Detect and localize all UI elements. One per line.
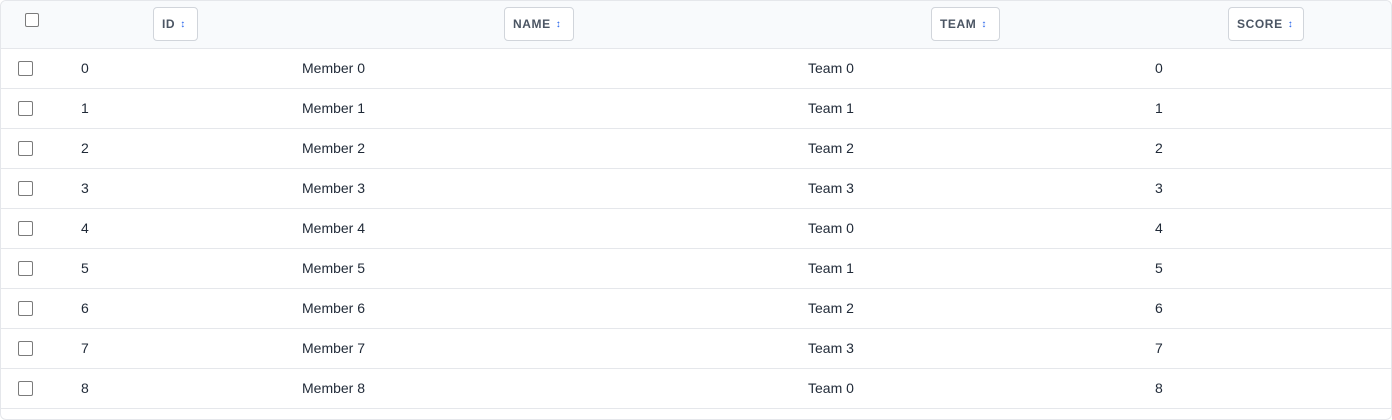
sort-updown-icon: ↕ — [180, 18, 186, 30]
table-row: 7 Member 7 Team 3 7 — [1, 329, 1391, 369]
cell-name: Member 2 — [302, 140, 366, 156]
cell-team: Team 3 — [808, 180, 854, 196]
cell-name: Member 4 — [302, 220, 366, 236]
cell-score: 6 — [1155, 300, 1163, 316]
cell-id: 3 — [81, 180, 89, 196]
table-row: 3 Member 3 Team 3 3 — [1, 169, 1391, 209]
cell-team: Team 1 — [808, 260, 854, 276]
cell-score: 7 — [1155, 340, 1163, 356]
column-header-label: TEAM — [940, 17, 977, 31]
row-checkbox[interactable] — [18, 61, 33, 76]
sort-updown-icon: ↕ — [555, 18, 561, 30]
sort-button-score[interactable]: SCORE ↕ — [1228, 7, 1304, 41]
table-row: 5 Member 5 Team 1 5 — [1, 249, 1391, 289]
column-header-label: SCORE — [1237, 17, 1283, 31]
sort-button-name[interactable]: NAME ↕ — [504, 7, 574, 41]
cell-score: 8 — [1155, 380, 1163, 396]
row-checkbox[interactable] — [18, 341, 33, 356]
row-checkbox[interactable] — [18, 141, 33, 156]
cell-id: 4 — [81, 220, 89, 236]
cell-team: Team 3 — [808, 340, 854, 356]
cell-name: Member 5 — [302, 260, 366, 276]
cell-team: Team 1 — [808, 100, 854, 116]
data-table: ID ↕ NAME ↕ TEAM ↕ SCORE ↕ 0 Member 0 Te… — [0, 0, 1392, 420]
cell-score: 0 — [1155, 60, 1163, 76]
column-header-label: ID — [162, 17, 176, 31]
cell-name: Member 0 — [302, 60, 366, 76]
cell-name: Member 7 — [302, 340, 366, 356]
cell-id: 8 — [81, 380, 89, 396]
table-header: ID ↕ NAME ↕ TEAM ↕ SCORE ↕ — [1, 1, 1391, 49]
cell-team: Team 0 — [808, 380, 854, 396]
sort-updown-icon: ↕ — [1287, 18, 1293, 30]
cell-score: 2 — [1155, 140, 1163, 156]
cell-id: 0 — [81, 60, 89, 76]
row-checkbox[interactable] — [18, 181, 33, 196]
cell-team: Team 0 — [808, 60, 854, 76]
row-checkbox[interactable] — [18, 221, 33, 236]
table-row: 4 Member 4 Team 0 4 — [1, 209, 1391, 249]
table-row: 2 Member 2 Team 2 2 — [1, 129, 1391, 169]
cell-id: 1 — [81, 100, 89, 116]
column-header-label: NAME — [513, 17, 551, 31]
select-all-checkbox[interactable] — [25, 13, 39, 27]
cell-team: Team 2 — [808, 140, 854, 156]
cell-score: 1 — [1155, 100, 1163, 116]
cell-score: 3 — [1155, 180, 1163, 196]
cell-id: 5 — [81, 260, 89, 276]
cell-id: 2 — [81, 140, 89, 156]
row-checkbox[interactable] — [18, 301, 33, 316]
cell-name: Member 1 — [302, 100, 366, 116]
cell-id: 6 — [81, 300, 89, 316]
cell-name: Member 6 — [302, 300, 366, 316]
cell-team: Team 2 — [808, 300, 854, 316]
cell-score: 4 — [1155, 220, 1163, 236]
row-checkbox[interactable] — [18, 381, 33, 396]
row-checkbox[interactable] — [18, 101, 33, 116]
table-row: 1 Member 1 Team 1 1 — [1, 89, 1391, 129]
table-row: 8 Member 8 Team 0 8 — [1, 369, 1391, 409]
cell-name: Member 3 — [302, 180, 366, 196]
table-row: 0 Member 0 Team 0 0 — [1, 49, 1391, 89]
sort-button-id[interactable]: ID ↕ — [153, 7, 198, 41]
sort-button-team[interactable]: TEAM ↕ — [931, 7, 1000, 41]
cell-score: 5 — [1155, 260, 1163, 276]
cell-name: Member 8 — [302, 380, 366, 396]
table-row: 6 Member 6 Team 2 6 — [1, 289, 1391, 329]
sort-updown-icon: ↕ — [981, 18, 987, 30]
cell-team: Team 0 — [808, 220, 854, 236]
row-checkbox[interactable] — [18, 261, 33, 276]
cell-id: 7 — [81, 340, 89, 356]
